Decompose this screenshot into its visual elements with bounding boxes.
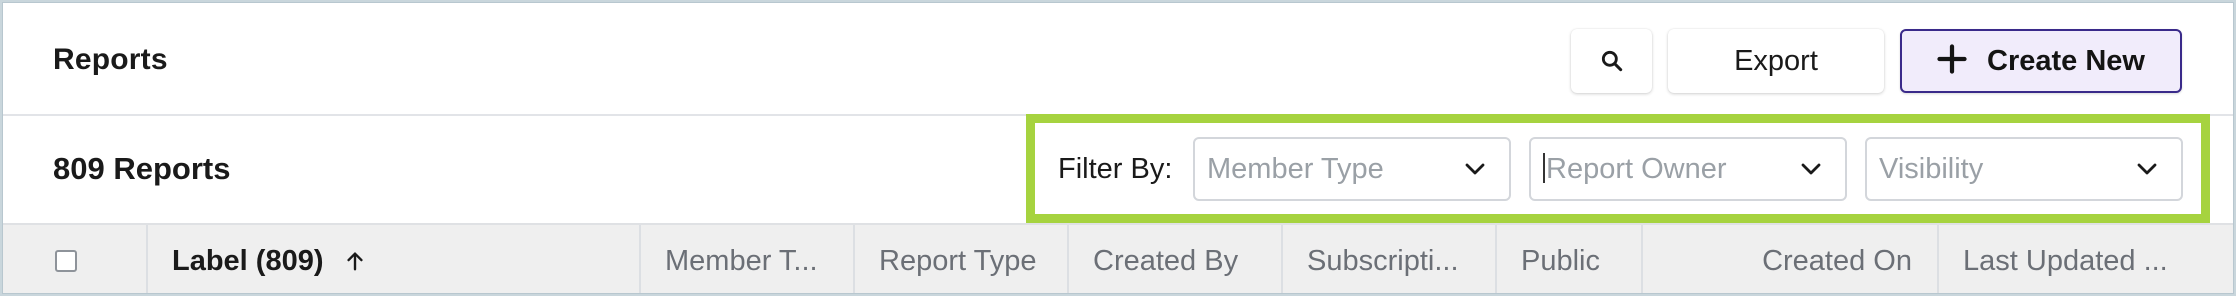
page-title: Reports [53, 43, 168, 76]
table-header: Label (809) Member T... Report Type Crea… [3, 223, 2233, 293]
column-header-public[interactable]: Public [1495, 225, 1641, 293]
export-button[interactable]: Export [1668, 29, 1884, 93]
report-owner-placeholder: Report Owner [1546, 152, 1727, 185]
reports-panel: Reports Export Create New 809 Reports Fi… [2, 2, 2234, 294]
column-header-last-updated[interactable]: Last Updated ... [1937, 225, 2233, 293]
search-button[interactable] [1571, 29, 1652, 93]
arrow-up-icon [346, 252, 363, 271]
column-header-member-type[interactable]: Member T... [639, 225, 853, 293]
select-all-cell [3, 225, 146, 293]
column-header-created-on[interactable]: Created On [1641, 225, 1937, 293]
search-icon [1601, 50, 1622, 72]
visibility-select[interactable]: Visibility [1865, 137, 2183, 201]
filter-by-label: Filter By: [1058, 153, 1173, 185]
text-cursor [1543, 153, 1545, 184]
member-type-select[interactable]: Member Type [1193, 137, 1511, 201]
page-header: Reports Export Create New [3, 3, 2233, 116]
chevron-down-icon [1801, 163, 1821, 175]
plus-icon [1937, 44, 1967, 74]
create-new-label: Create New [1987, 44, 2145, 77]
member-type-placeholder: Member Type [1207, 152, 1384, 185]
chevron-down-icon [2137, 163, 2157, 175]
column-header-subscriptions[interactable]: Subscripti... [1281, 225, 1495, 293]
column-header-created-by[interactable]: Created By [1067, 225, 1281, 293]
export-button-label: Export [1734, 44, 1818, 77]
report-count-title: 809 Reports [53, 151, 231, 186]
column-header-report-type[interactable]: Report Type [853, 225, 1067, 293]
report-owner-select[interactable]: Report Owner [1529, 137, 1847, 201]
select-all-checkbox[interactable] [55, 250, 77, 272]
report-owner-placeholder-wrap: Report Owner [1543, 153, 1799, 186]
visibility-placeholder: Visibility [1879, 152, 1984, 185]
create-new-button[interactable]: Create New [1900, 29, 2182, 93]
column-header-label-text: Label (809) [172, 244, 324, 277]
filter-row: 809 Reports Filter By: Member Type Repor… [3, 114, 2233, 224]
column-header-label[interactable]: Label (809) [146, 225, 639, 293]
chevron-down-icon [1465, 163, 1485, 175]
